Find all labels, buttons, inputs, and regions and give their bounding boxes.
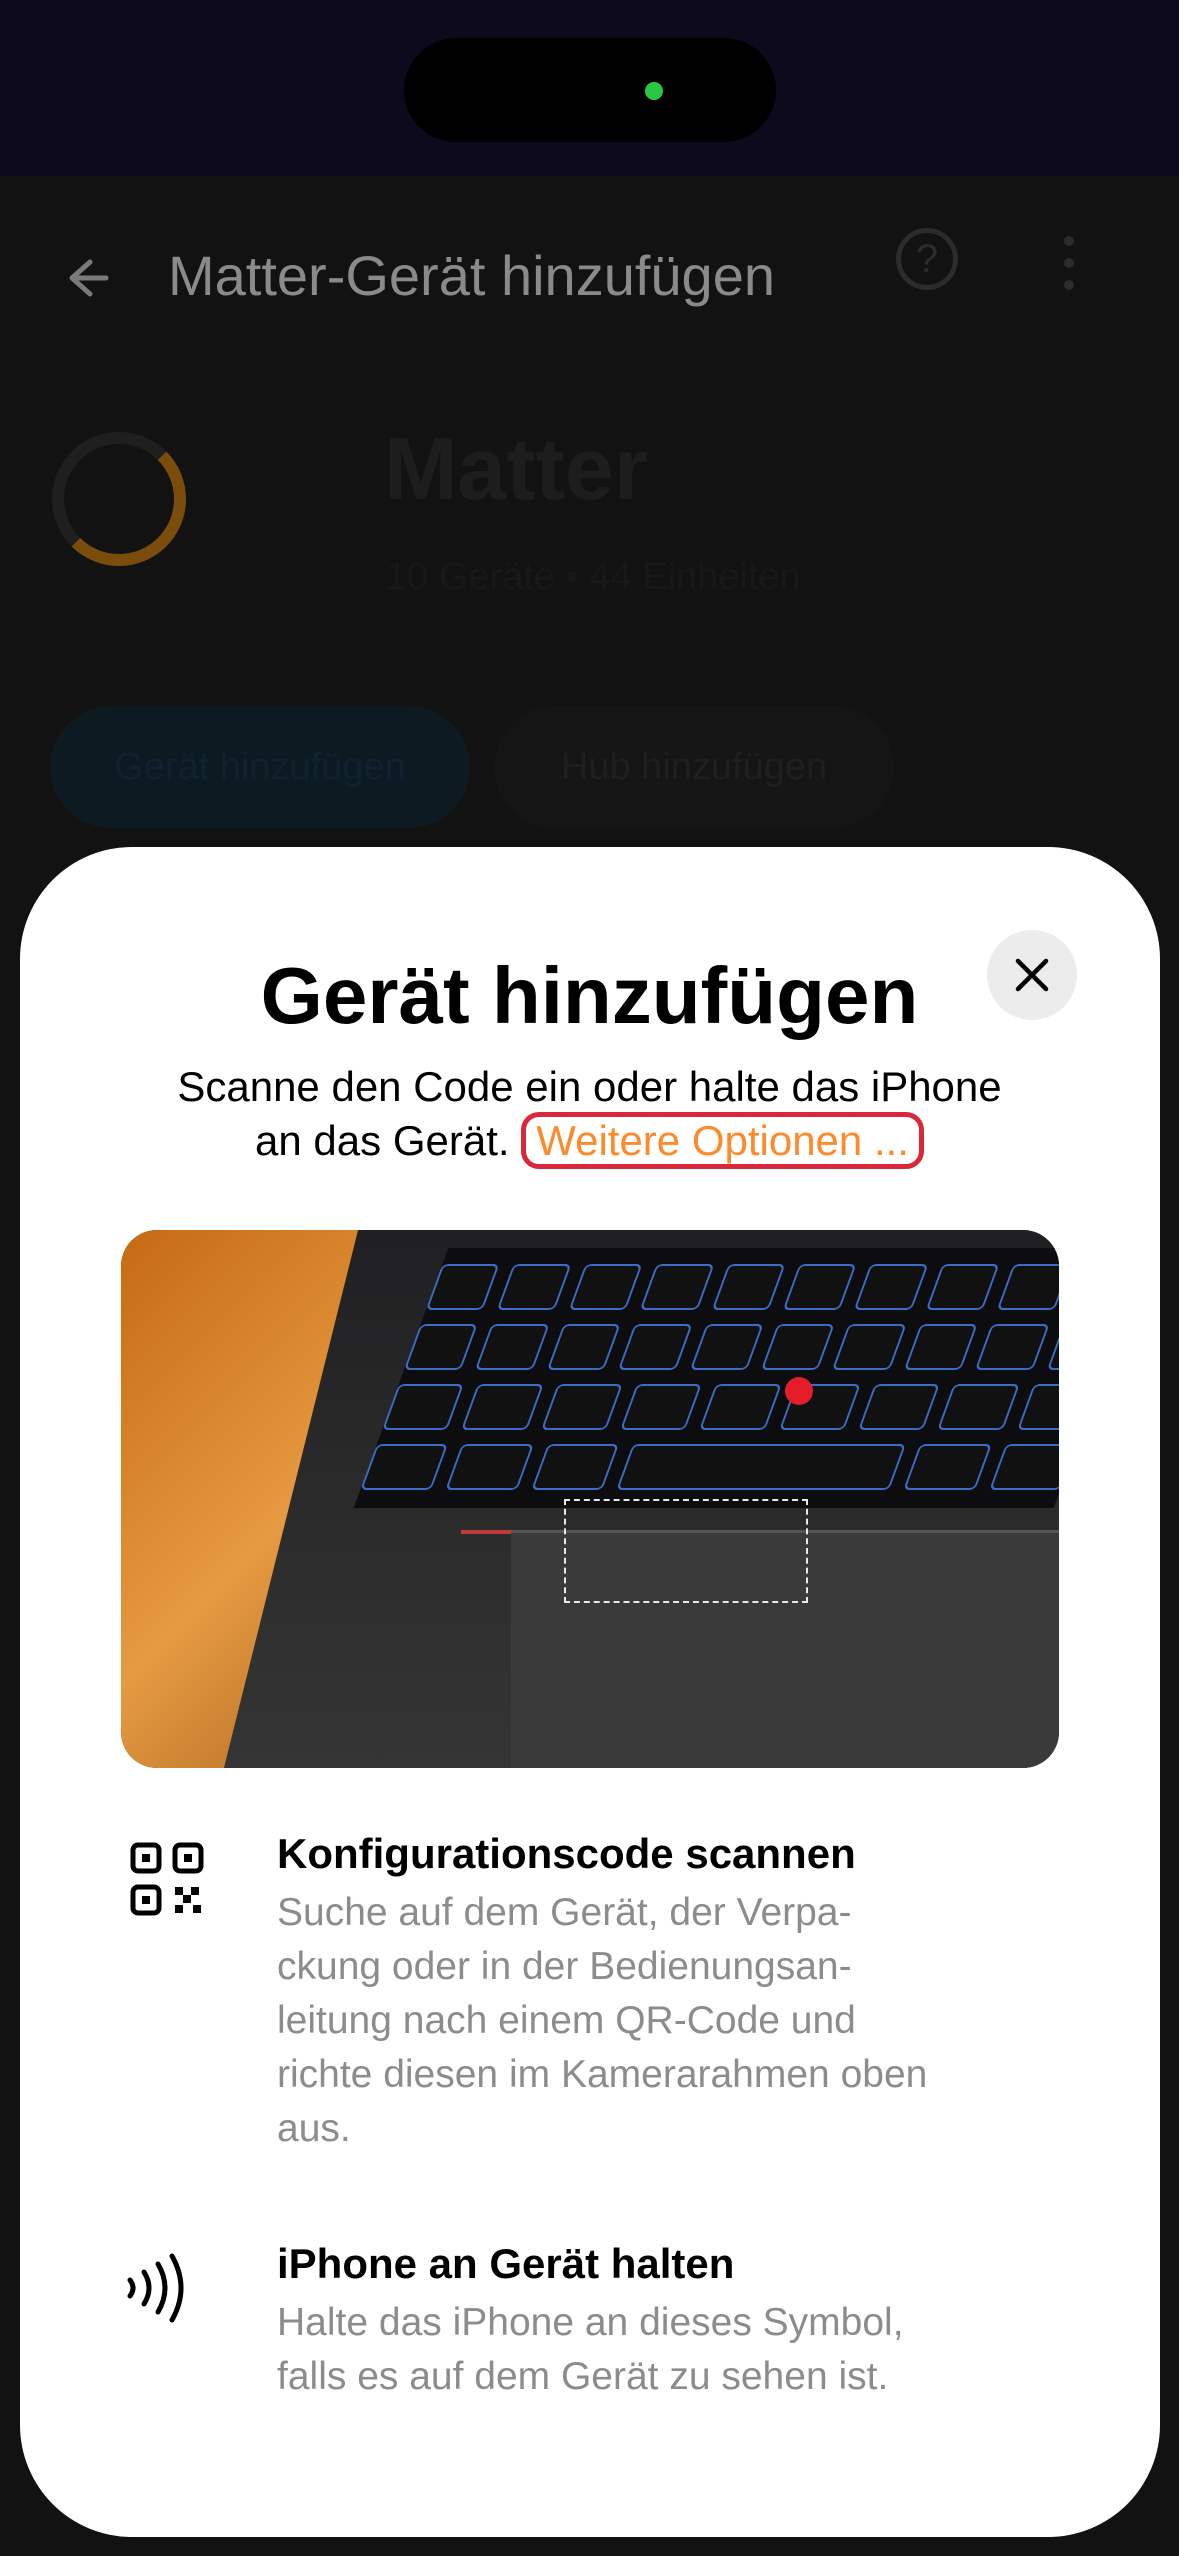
add-device-pill[interactable]: Gerät hinzufügen	[50, 706, 470, 828]
scan-code-title: Konfigurationscode scannen	[277, 1830, 856, 1877]
scan-frame	[564, 1499, 808, 1603]
kebab-menu-icon[interactable]	[1060, 236, 1078, 292]
help-icon[interactable]: ?	[896, 228, 958, 290]
scan-code-description: Suche auf dem Gerät, der Verpa- ckung od…	[277, 1886, 1067, 2156]
add-hub-pill[interactable]: Hub hinzufügen	[494, 706, 894, 828]
sheet-title: Gerät hinzufügen	[260, 951, 919, 1040]
app-bar-title: Matter-Gerät hinzufügen	[168, 244, 775, 307]
brand-title: Matter	[384, 419, 649, 518]
subtitle-line-1: Scanne den Code ein oder halte das iPhon…	[177, 1063, 1002, 1110]
scan-code-desc-line: leitung nach einem QR-Code und	[277, 1999, 856, 2042]
brand-subtitle: 10 Geräte • 44 Einheiten	[386, 556, 801, 598]
matter-logo-icon	[52, 432, 186, 566]
subtitle-line-2: an das Gerät. Weitere Optionen ...	[0, 1112, 1179, 1169]
nfc-icon	[127, 2253, 184, 2323]
back-arrow-icon[interactable]	[56, 250, 112, 306]
camera-keyboard	[353, 1248, 1059, 1508]
camera-trackpoint	[785, 1377, 813, 1405]
hold-phone-description: Halte das iPhone an dieses Symbol, falls…	[277, 2296, 1067, 2404]
hold-phone-desc-line: Halte das iPhone an dieses Symbol,	[277, 2301, 904, 2344]
scan-code-desc-line: richte diesen im Kamerarahmen oben	[277, 2053, 928, 2096]
dynamic-island	[404, 38, 776, 142]
scan-code-desc-line: Suche auf dem Gerät, der Verpa-	[277, 1891, 852, 1934]
qr-code-icon	[130, 1842, 204, 1916]
more-options-link[interactable]: Weitere Optionen ...	[521, 1112, 924, 1169]
hold-phone-title: iPhone an Gerät halten	[277, 2240, 735, 2287]
scan-code-desc-line: ckung oder in der Bedienungsan-	[277, 1945, 852, 1988]
subtitle-line-2-text: an das Gerät.	[255, 1117, 510, 1164]
scan-code-desc-line: aus.	[277, 2107, 351, 2150]
hold-phone-desc-line: falls es auf dem Gerät zu sehen ist.	[277, 2355, 889, 2398]
camera-indicator-dot	[645, 82, 663, 100]
sheet-subtitle: Scanne den Code ein oder halte das iPhon…	[0, 1060, 1179, 1169]
